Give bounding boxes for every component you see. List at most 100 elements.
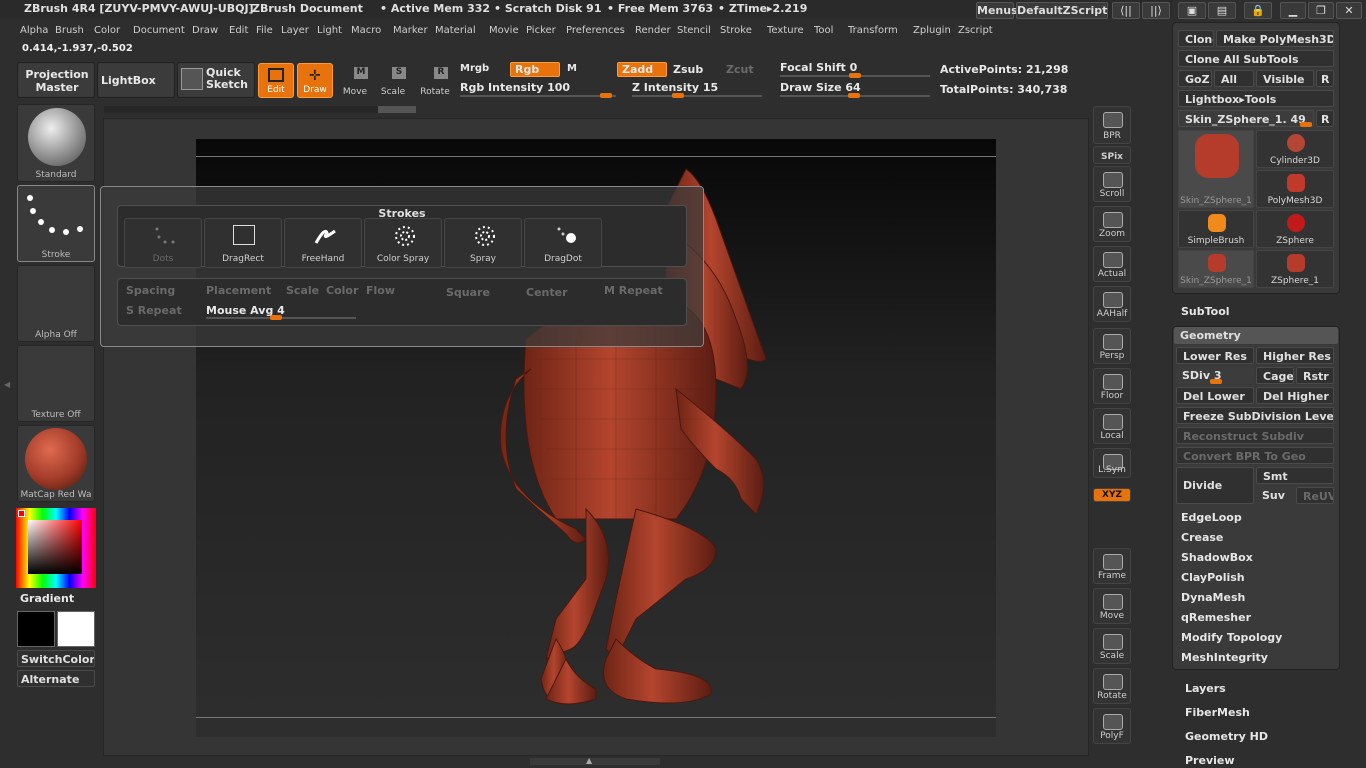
menu-transform[interactable]: Transform: [848, 25, 898, 36]
goz-all-button[interactable]: All: [1214, 70, 1254, 87]
brush-thumbnail[interactable]: Standard: [17, 104, 95, 182]
shelf-l-sym[interactable]: L.Sym: [1093, 448, 1131, 478]
menu-draw[interactable]: Draw: [192, 25, 218, 36]
menu-macro[interactable]: Macro: [351, 25, 381, 36]
secondary-color-swatch[interactable]: [57, 611, 95, 647]
tab-right-icon[interactable]: ||⟩: [1142, 2, 1170, 19]
mouse-avg-knob[interactable]: [270, 315, 282, 320]
shelf-zoom[interactable]: Zoom: [1093, 206, 1131, 242]
stroke-spray[interactable]: Spray: [444, 218, 522, 268]
geometry-dynamesh[interactable]: DynaMesh: [1181, 591, 1245, 604]
geometry-qremesher[interactable]: qRemesher: [1181, 611, 1251, 624]
menu-picker[interactable]: Picker: [526, 25, 556, 36]
lightbox-tools-button[interactable]: Lightbox▸Tools: [1178, 90, 1334, 107]
zcut-button[interactable]: Zcut: [726, 63, 754, 76]
option-color[interactable]: Color: [326, 284, 358, 297]
option-placement[interactable]: Placement: [206, 284, 271, 297]
geometry-meshintegrity[interactable]: MeshIntegrity: [1181, 651, 1268, 664]
option-square[interactable]: Square: [446, 286, 490, 299]
divide-button[interactable]: Divide: [1176, 467, 1254, 504]
smt-toggle[interactable]: Smt: [1256, 467, 1334, 484]
m-button[interactable]: M: [567, 63, 577, 74]
stroke-dragdot[interactable]: DragDot: [524, 218, 602, 268]
scale-button[interactable]: S Scale: [376, 65, 410, 98]
stroke-dragrect[interactable]: DragRect: [204, 218, 282, 268]
cylinder3d-thumb[interactable]: Cylinder3D: [1256, 130, 1334, 168]
gradient-label[interactable]: Gradient: [20, 592, 74, 605]
shelf-bpr[interactable]: BPR: [1093, 106, 1131, 144]
move-button[interactable]: M Move: [338, 65, 372, 98]
clone-button[interactable]: Clone: [1178, 30, 1214, 47]
focal-shift-knob[interactable]: [849, 73, 861, 78]
menu-marker[interactable]: Marker: [393, 25, 428, 36]
menu-zplugin[interactable]: Zplugin: [913, 25, 951, 36]
color-marker[interactable]: [18, 510, 25, 517]
z-intensity-slider[interactable]: [632, 95, 762, 97]
current-tool-knob[interactable]: [1300, 122, 1312, 127]
convert-bpr-button[interactable]: Convert BPR To Geo: [1176, 447, 1334, 464]
geometry-modify-topology[interactable]: Modify Topology: [1181, 631, 1282, 644]
color-picker[interactable]: [16, 508, 96, 588]
polymesh3d-thumb[interactable]: PolyMesh3D: [1256, 170, 1334, 208]
rotate-button[interactable]: R Rotate: [418, 65, 452, 98]
texture-thumbnail[interactable]: Texture Off: [17, 345, 95, 422]
layout-icon[interactable]: ▣: [1178, 2, 1206, 19]
zadd-button[interactable]: Zadd: [617, 62, 667, 77]
del-higher-button[interactable]: Del Higher: [1256, 387, 1334, 404]
rstr-button[interactable]: Rstr: [1296, 367, 1334, 384]
menu-preferences[interactable]: Preferences: [566, 25, 625, 36]
simplebrush-thumb[interactable]: SimpleBrush: [1178, 210, 1254, 248]
suv-toggle[interactable]: Suv: [1256, 487, 1294, 504]
reuv-button[interactable]: ReUV: [1296, 487, 1334, 504]
switch-color-button[interactable]: SwitchColor: [17, 650, 95, 667]
menu-render[interactable]: Render: [635, 25, 671, 36]
stroke-freehand[interactable]: FreeHand: [284, 218, 362, 268]
option-s-repeat[interactable]: S Repeat: [126, 304, 182, 317]
shelf-scroll[interactable]: Scroll: [1093, 166, 1131, 202]
color-square[interactable]: [28, 520, 82, 574]
geometry-header[interactable]: Geometry: [1174, 327, 1338, 344]
lower-res-button[interactable]: Lower Res: [1176, 347, 1254, 364]
higher-res-button[interactable]: Higher Res: [1256, 347, 1334, 364]
reconstruct-subdiv-button[interactable]: Reconstruct Subdiv: [1176, 427, 1334, 444]
shelf-frame[interactable]: Frame: [1093, 548, 1131, 584]
menu-document[interactable]: Document: [133, 25, 185, 36]
projection-master-button[interactable]: Projection Master: [17, 62, 95, 98]
cage-button[interactable]: Cage: [1256, 367, 1294, 384]
visible-button[interactable]: Visible: [1256, 70, 1314, 87]
shelf-aahalf[interactable]: AAHalf: [1093, 286, 1131, 322]
shelf-local[interactable]: Local: [1093, 408, 1131, 444]
rgb-intensity-slider[interactable]: [460, 95, 616, 97]
menu-texture[interactable]: Texture: [767, 25, 804, 36]
restore-icon[interactable]: ❐: [1308, 2, 1334, 19]
geometry-edgeloop[interactable]: EdgeLoop: [1181, 511, 1242, 524]
menu-material[interactable]: Material: [435, 25, 476, 36]
alternate-button[interactable]: Alternate: [17, 670, 95, 687]
menu-color[interactable]: Color: [94, 25, 120, 36]
section-preview[interactable]: Preview: [1185, 754, 1235, 767]
zsphere-1-thumb[interactable]: ZSphere_1: [1256, 250, 1334, 288]
skin-zsphere-thumb-2[interactable]: Skin_ZSphere_1: [1178, 250, 1254, 288]
shelf-strip-thumb[interactable]: [378, 106, 416, 113]
geometry-crease[interactable]: Crease: [1181, 531, 1223, 544]
subtool-header[interactable]: SubTool: [1181, 305, 1230, 318]
shelf-actual[interactable]: Actual: [1093, 246, 1131, 282]
option-center[interactable]: Center: [526, 286, 568, 299]
sdiv-knob[interactable]: [1210, 379, 1222, 384]
menu-file[interactable]: File: [256, 25, 273, 36]
quick-sketch-button[interactable]: Quick Sketch: [177, 62, 255, 98]
option-flow[interactable]: Flow: [366, 284, 395, 297]
geometry-shadowbox[interactable]: ShadowBox: [1181, 551, 1253, 564]
zsub-button[interactable]: Zsub: [673, 63, 703, 76]
geometry-claypolish[interactable]: ClayPolish: [1181, 571, 1245, 584]
lock-icon[interactable]: 🔒: [1244, 2, 1272, 19]
draw-size-knob[interactable]: [848, 93, 860, 98]
shelf-rotate[interactable]: Rotate: [1093, 668, 1131, 704]
default-zscript-button[interactable]: DefaultZScript: [1016, 2, 1108, 19]
skin-zsphere-thumb[interactable]: Skin_ZSphere_1: [1178, 130, 1254, 208]
option-m-repeat[interactable]: M Repeat: [604, 284, 663, 297]
edit-button[interactable]: Edit: [258, 63, 294, 98]
shelf-floor[interactable]: Floor: [1093, 368, 1131, 404]
clone-all-subtools-button[interactable]: Clone All SubTools: [1178, 50, 1334, 67]
current-tool-slider[interactable]: Skin_ZSphere_1. 49: [1178, 110, 1314, 127]
